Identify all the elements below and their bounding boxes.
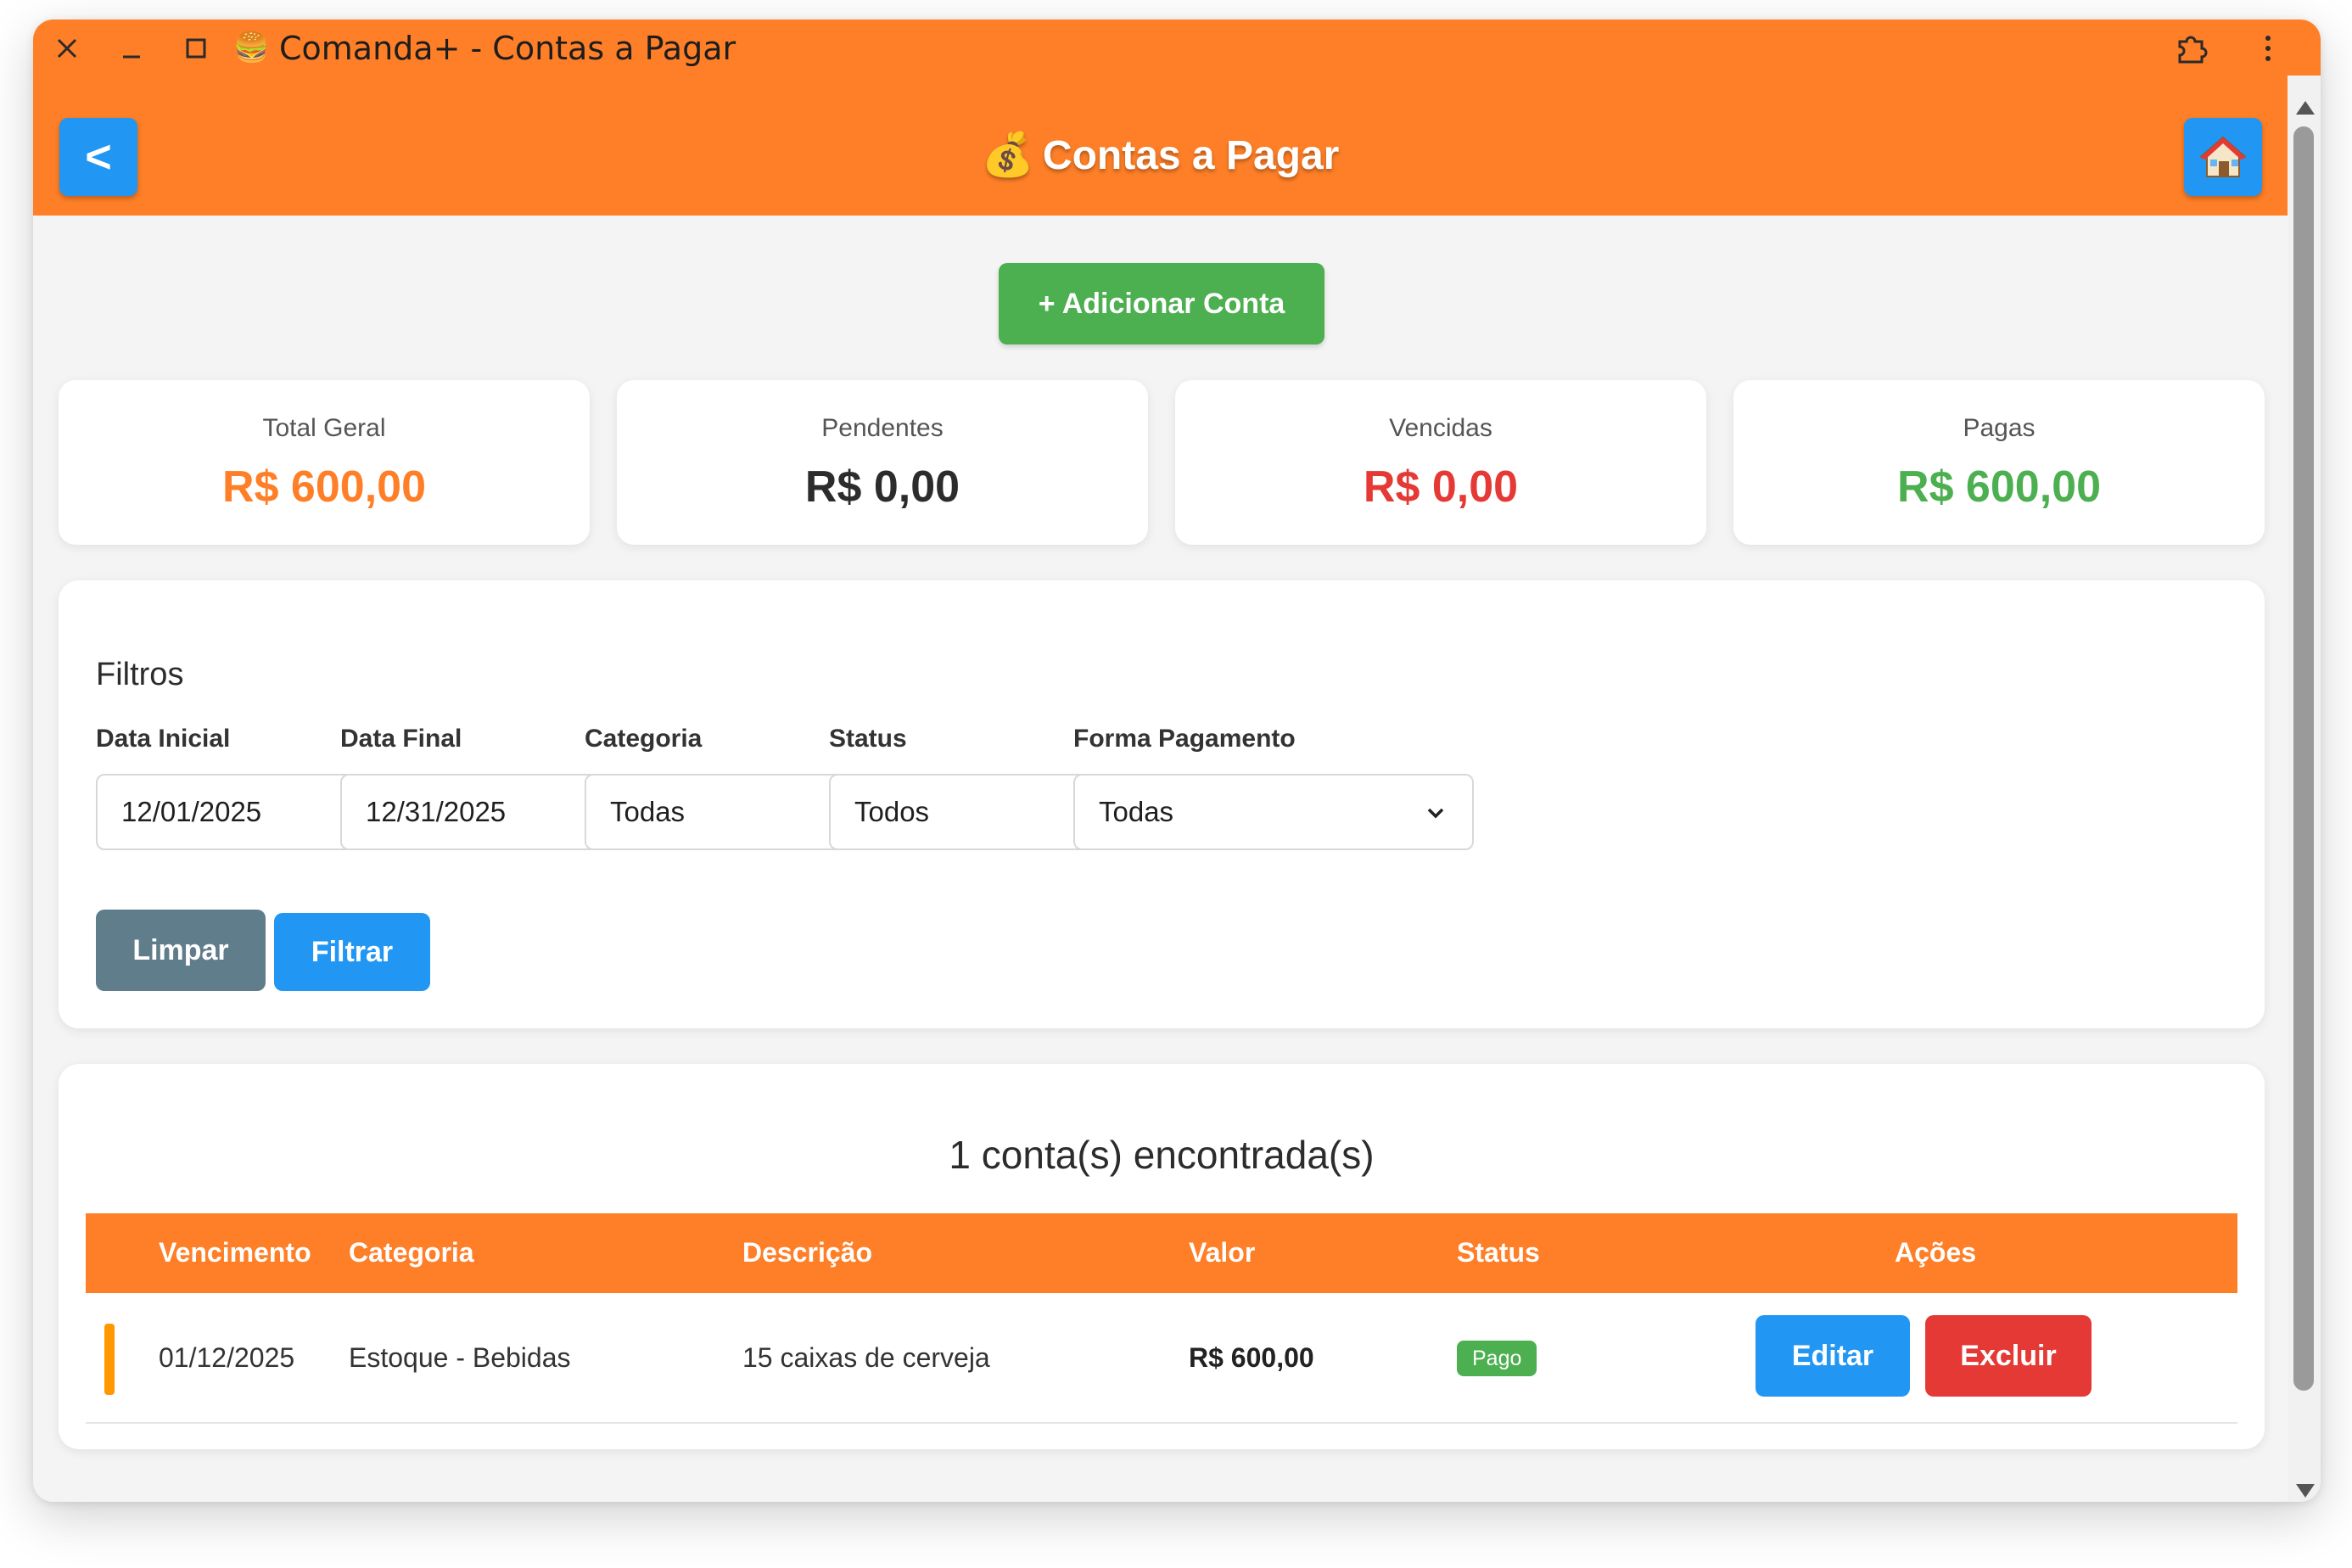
summary-card-label: Pendentes [821, 414, 944, 442]
table-row: 01/12/2025 Estoque - Bebidas 15 caixas d… [86, 1293, 2237, 1424]
filters-title: Filtros [96, 657, 184, 692]
field-value: Todas [1099, 796, 1174, 827]
row-status-indicator [104, 1324, 115, 1395]
table-header: Vencimento Categoria Descrição Valor Sta… [86, 1213, 2237, 1293]
app-logo-icon: 🍔 [233, 31, 270, 64]
add-account-button[interactable]: + Adicionar Conta [999, 263, 1324, 344]
results-count: 1 conta(s) encontrada(s) [949, 1133, 1375, 1177]
summary-card-label: Total Geral [262, 414, 386, 442]
app-window: 🍔 Comanda+ - Contas a Pagar < 💰 Contas a … [33, 20, 2321, 1502]
summary-card-pending: Pendentes R$ 0,00 [617, 380, 1148, 545]
main-content: + Adicionar Conta Total Geral R$ 600,00 … [33, 216, 2288, 1502]
summary-card-value: R$ 0,00 [804, 462, 960, 512]
filters-panel: Filtros Data Inicial 12/01/2025 Data Fin… [59, 580, 2265, 1028]
extensions-icon[interactable] [2173, 30, 2210, 67]
money-bag-icon: 💰 [981, 131, 1034, 178]
minimize-icon[interactable] [115, 31, 148, 65]
app-header: < 💰 Contas a Pagar [33, 76, 2288, 216]
vertical-scrollbar[interactable] [2288, 76, 2321, 1502]
summary-card-label: Pagas [1963, 414, 2036, 442]
cell-due-date: 01/12/2025 [159, 1342, 295, 1373]
close-icon[interactable] [50, 31, 84, 65]
page-title: 💰 Contas a Pagar [33, 130, 2288, 180]
summary-cards: Total Geral R$ 600,00 Pendentes R$ 0,00 … [59, 380, 2265, 545]
cell-category: Estoque - Bebidas [349, 1342, 571, 1373]
window-title: Comanda+ - Contas a Pagar [279, 30, 736, 67]
home-button[interactable] [2184, 118, 2262, 196]
column-header-category: Categoria [349, 1237, 474, 1268]
title-bar: 🍔 Comanda+ - Contas a Pagar [33, 20, 2321, 76]
filter-payment-method: Forma Pagamento Todas [1073, 725, 1476, 850]
scroll-down-icon[interactable] [2296, 1484, 2315, 1498]
field-value: 12/01/2025 [121, 796, 262, 827]
summary-card-paid: Pagas R$ 600,00 [1733, 380, 2265, 545]
chevron-down-icon [1427, 808, 1444, 819]
more-menu-icon[interactable] [2260, 31, 2276, 65]
summary-card-value: R$ 600,00 [222, 462, 426, 512]
cell-description: 15 caixas de cerveja [742, 1342, 990, 1373]
clear-filters-button[interactable]: Limpar [96, 910, 266, 991]
status-badge: Pago [1457, 1341, 1537, 1376]
edit-button[interactable]: Editar [1756, 1315, 1910, 1397]
summary-card-value: R$ 0,00 [1363, 462, 1519, 512]
column-header-description: Descrição [742, 1237, 872, 1268]
house-icon [2199, 136, 2247, 177]
column-header-value: Valor [1189, 1237, 1256, 1268]
payment-method-select[interactable]: Todas [1073, 774, 1474, 850]
results-panel: 1 conta(s) encontrada(s) Vencimento Cate… [59, 1064, 2265, 1449]
field-value: 12/31/2025 [366, 796, 507, 827]
column-header-status: Status [1457, 1237, 1540, 1268]
field-value: Todas [610, 796, 686, 827]
summary-card-label: Vencidas [1389, 414, 1492, 442]
page-title-text: Contas a Pagar [1042, 133, 1340, 178]
summary-card-value: R$ 600,00 [1897, 462, 2101, 512]
column-header-actions: Ações [1895, 1237, 1977, 1268]
maximize-icon[interactable] [179, 31, 213, 65]
delete-button[interactable]: Excluir [1925, 1315, 2092, 1397]
apply-filters-button[interactable]: Filtrar [274, 913, 430, 991]
summary-card-total: Total Geral R$ 600,00 [59, 380, 590, 545]
summary-card-overdue: Vencidas R$ 0,00 [1175, 380, 1706, 545]
field-label: Forma Pagamento [1073, 725, 1296, 753]
field-value: Todos [854, 796, 930, 827]
column-header-due-date: Vencimento [159, 1237, 311, 1268]
scroll-thumb[interactable] [2293, 126, 2314, 1391]
scroll-up-icon[interactable] [2296, 101, 2315, 115]
cell-value: R$ 600,00 [1189, 1342, 1314, 1373]
